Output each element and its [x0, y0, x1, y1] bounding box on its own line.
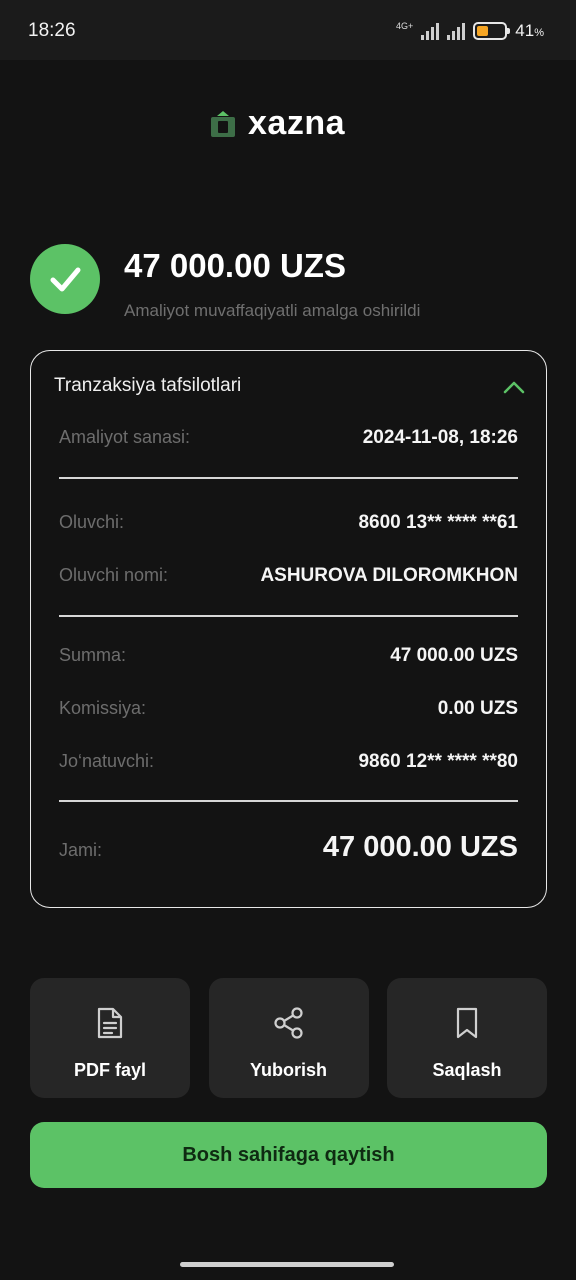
- bookmark-icon: [450, 1006, 484, 1040]
- divider: [59, 615, 518, 617]
- share-button-label: Yuborish: [249, 1060, 327, 1080]
- transaction-details-card: Tranzaksiya tafsilotlari Amaliyot sanasi…: [30, 350, 547, 908]
- row-sender: Jo‘natuvchi: 9860 12** **** **80: [59, 751, 518, 772]
- row-recipient: Oluvchi: 8600 13** **** **61: [59, 512, 518, 533]
- save-button[interactable]: Saqlash: [387, 978, 547, 1098]
- details-title: Tranzaksiya tafsilotlari: [54, 375, 242, 396]
- success-check-icon: [30, 244, 100, 314]
- success-message: Amaliyot muvaffaqiyatli amalga oshirildi: [124, 301, 421, 320]
- wallet-icon: [211, 110, 235, 137]
- home-indicator[interactable]: [180, 1262, 394, 1267]
- signal-icon-2: [447, 22, 466, 40]
- chevron-up-icon[interactable]: [502, 377, 526, 397]
- divider: [59, 477, 518, 479]
- signal-icon: [421, 22, 440, 40]
- status-bar: 18:26 4G+ 41%: [0, 0, 576, 60]
- battery-level: 41%: [515, 21, 544, 40]
- transaction-amount: 47 000.00 UZS: [124, 247, 346, 284]
- status-time: 18:26: [28, 20, 76, 41]
- row-sum: Summa: 47 000.00 UZS: [59, 645, 518, 666]
- brand-name: xazna: [248, 104, 345, 142]
- brand-logo: xazna: [210, 104, 345, 143]
- pdf-button[interactable]: PDF fayl: [30, 978, 190, 1098]
- save-button-label: Saqlash: [432, 1060, 502, 1080]
- share-button[interactable]: Yuborish: [208, 978, 369, 1098]
- action-buttons: PDF fayl Yuborish Saqlash: [30, 978, 547, 1098]
- row-recipient-name: Oluvchi nomi: ASHUROVA DILOROMKHON: [59, 565, 518, 586]
- battery-icon: [473, 22, 511, 40]
- share-icon: [272, 1006, 306, 1040]
- row-total: Jami: 47 000.00 UZS: [59, 831, 518, 863]
- back-to-home-button[interactable]: Bosh sahifaga qaytish: [30, 1122, 547, 1188]
- row-commission: Komissiya: 0.00 UZS: [59, 698, 518, 719]
- status-icons: 4G+ 41%: [396, 18, 544, 44]
- pdf-button-label: PDF fayl: [73, 1060, 147, 1080]
- document-icon: [93, 1006, 127, 1040]
- network-type: 4G+: [396, 20, 414, 31]
- row-date: Amaliyot sanasi: 2024-11-08, 18:26: [59, 427, 518, 448]
- divider: [59, 800, 518, 802]
